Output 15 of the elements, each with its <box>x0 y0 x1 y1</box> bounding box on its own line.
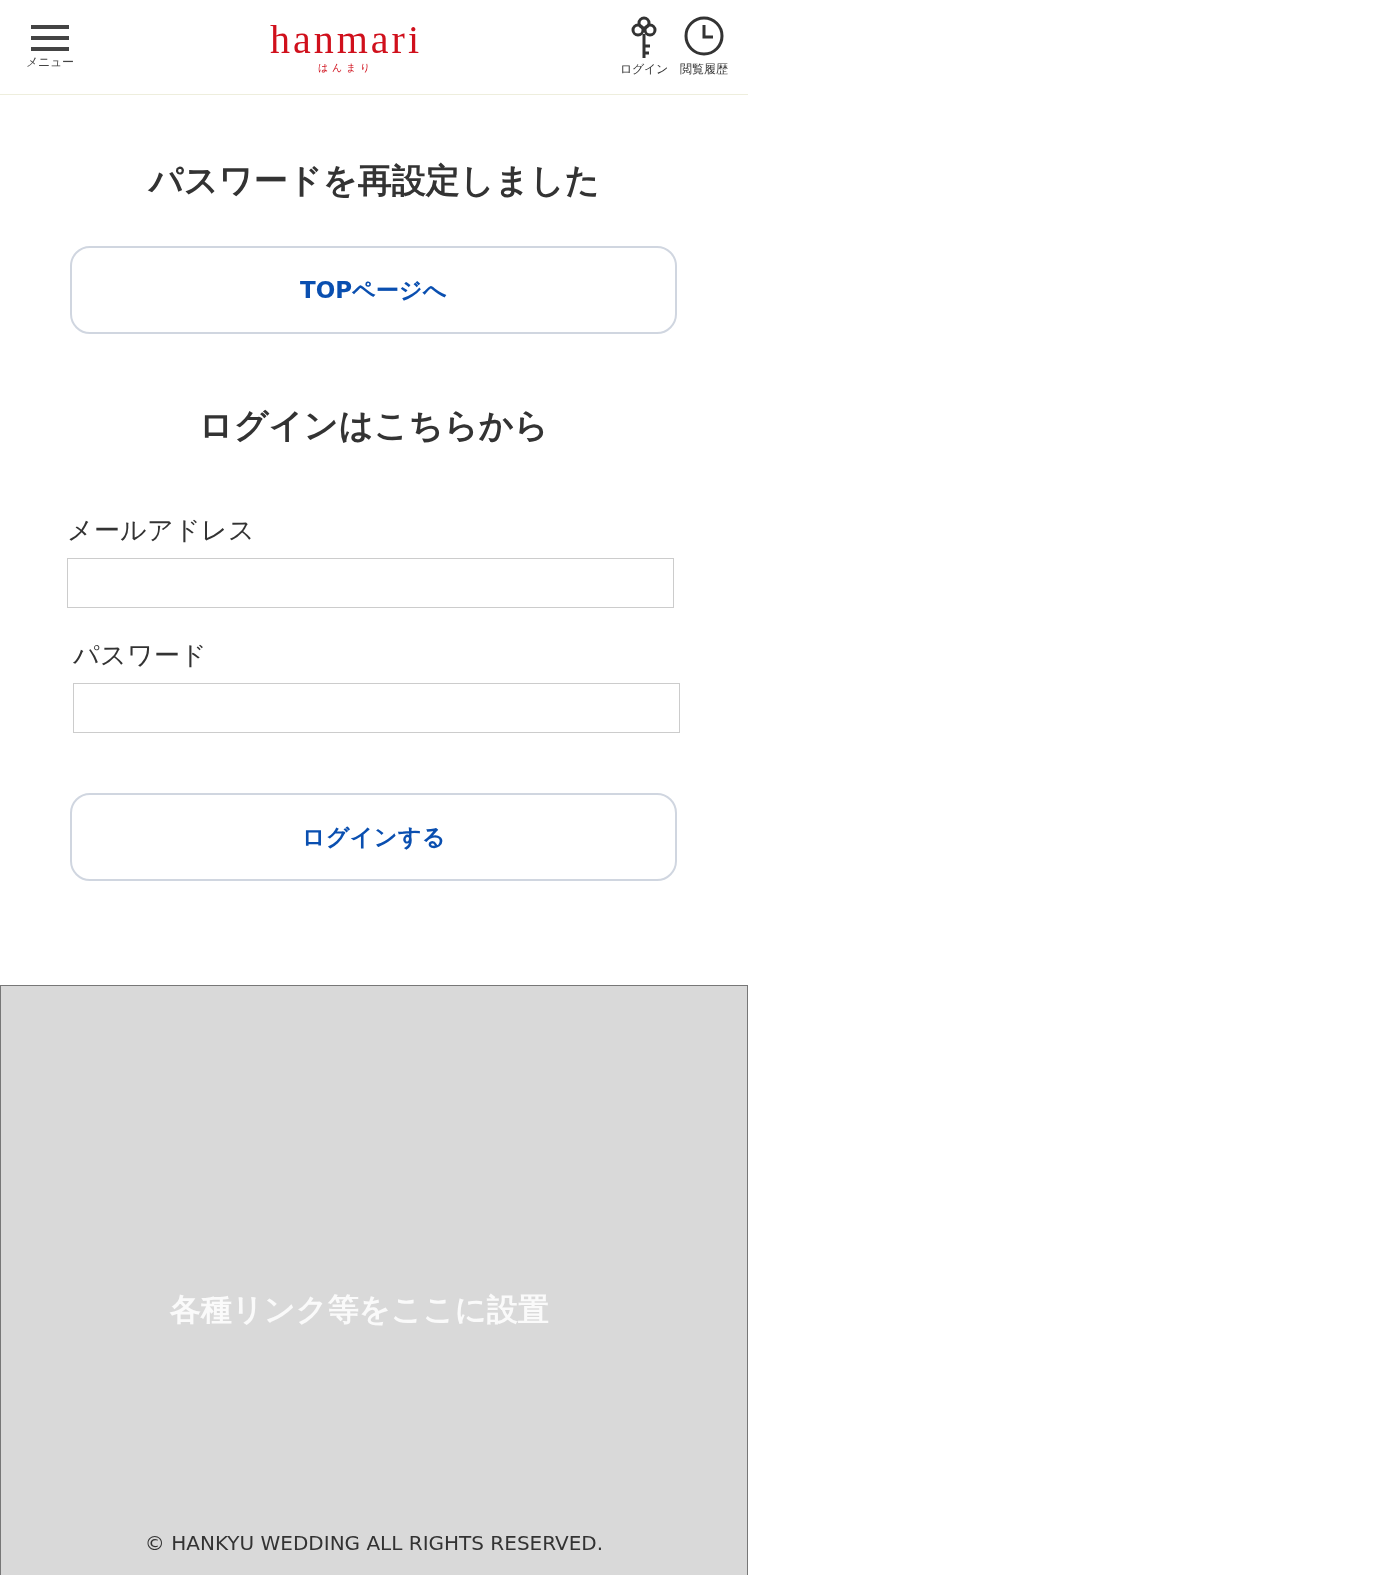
key-icon <box>629 16 659 60</box>
login-button[interactable]: ログインする <box>70 793 677 881</box>
logo[interactable]: hanmari はんまり <box>270 19 423 75</box>
input-field[interactable] <box>73 683 680 733</box>
login-link[interactable]: ログイン <box>620 16 668 78</box>
login-heading: ログインはこちらから <box>198 404 550 447</box>
page-title: パスワードを再設定しました <box>147 159 601 202</box>
copyright: © HANKYU WEDDING ALL RIGHTS RESERVED. <box>144 1529 604 1557</box>
menu-icon <box>29 23 71 53</box>
top-page-button[interactable]: TOPページへ <box>70 246 677 334</box>
menu-button[interactable]: メニュー <box>20 23 80 71</box>
field-label: パスワード <box>73 639 208 672</box>
input-field[interactable] <box>67 558 674 608</box>
history-link[interactable]: 閲覧履歴 <box>680 16 728 78</box>
field-label: メールアドレス <box>67 514 256 547</box>
